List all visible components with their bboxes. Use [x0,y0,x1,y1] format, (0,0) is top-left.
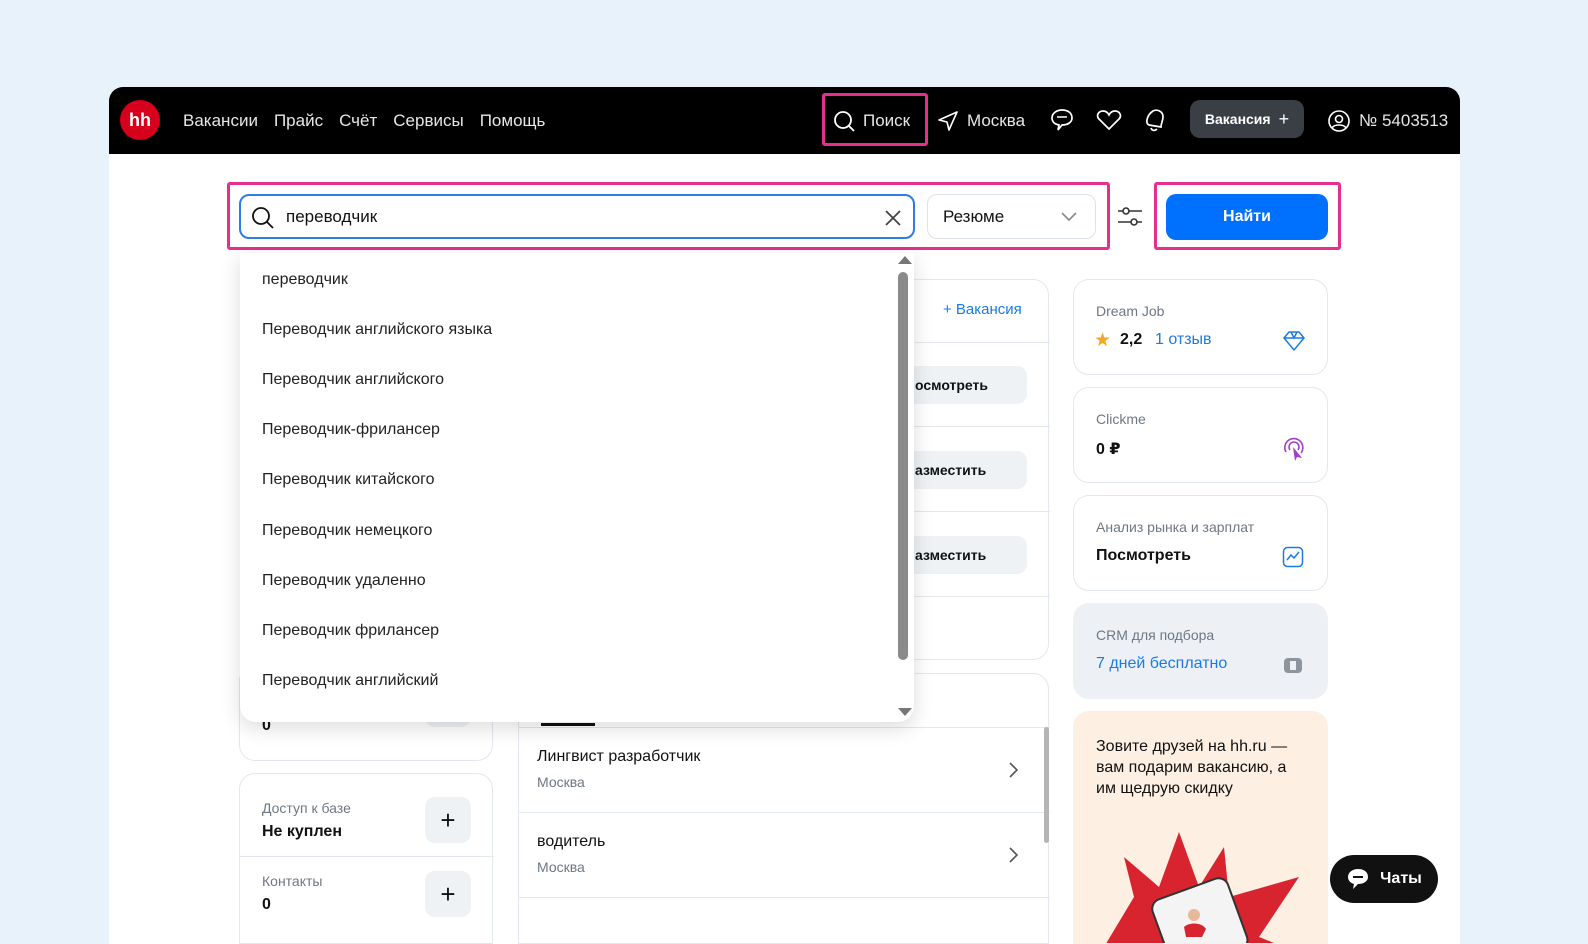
vacancy-title: Лингвист разработчик [537,748,701,765]
main-nav: Вакансии Прайс Счёт Сервисы Помощь [183,87,545,154]
crm-title: CRM для подбора [1096,627,1215,643]
plus-icon: + [1278,108,1290,129]
add-base-access-button[interactable]: + [425,797,471,843]
star-icon: ★ [1094,330,1112,351]
crm-card[interactable]: CRM для подбора 7 дней бесплатно [1073,603,1328,699]
filter-sliders-icon[interactable] [1115,204,1145,230]
add-vacancy-link[interactable]: + Вакансия [943,301,1022,318]
chat-icon [1348,869,1369,889]
post-button-1[interactable]: азместить [899,451,1027,489]
chats-label: Чаты [1380,870,1422,887]
vacancy-city: Москва [537,859,585,875]
base-access-value: Не куплен [262,823,342,840]
account-number: № 5403513 [1359,110,1449,130]
dreamjob-rating: 2,2 [1120,331,1143,348]
clickme-value: 0 ₽ [1096,441,1121,458]
diamond-icon [1283,331,1305,352]
base-access-label: Доступ к базе [262,800,351,816]
view-button[interactable]: осмотреть [899,366,1027,404]
market-analysis-card[interactable]: Анализ рынка и зарплат Посмотреть [1073,495,1328,591]
market-analysis-action: Посмотреть [1096,547,1191,564]
suggestion-item[interactable]: Переводчик английского [262,371,444,389]
crm-trial-link[interactable]: 7 дней бесплатно [1096,655,1227,673]
divider [240,856,494,857]
active-tab-indicator [541,723,595,726]
left-card-bottom: Доступ к базе Не куплен + Контакты 0 + [239,773,494,944]
clickme-card[interactable]: Clickme 0 ₽ [1073,387,1328,483]
chevron-right-icon [1009,762,1019,778]
highlight-top-search [822,93,928,146]
promo-illustration [1106,832,1299,943]
vacancy-city: Москва [537,774,585,790]
highlight-search-area [227,182,1110,250]
market-analysis-title: Анализ рынка и зарплат [1096,519,1255,535]
suggestion-item[interactable]: Переводчик английский [262,672,438,690]
crm-icon [1284,658,1302,673]
suggestion-item[interactable]: Переводчик китайского [262,471,435,489]
divider [519,897,1050,898]
suggestion-item[interactable]: Переводчик фрилансер [262,622,439,640]
vacancy-title: водитель [537,833,606,850]
nav-vacancies[interactable]: Вакансии [183,111,258,131]
nav-help[interactable]: Помощь [480,111,546,131]
add-contacts-button[interactable]: + [425,871,471,917]
suggestion-item[interactable]: Переводчик удаленно [262,572,426,590]
promo-card[interactable]: Зовите друзей на hh.ru — вам подарим вак… [1073,711,1328,944]
hh-logo[interactable]: hh [120,100,160,140]
dreamjob-reviews-link[interactable]: 1 отзыв [1155,331,1212,349]
contacts-label: Контакты [262,873,323,889]
nav-price[interactable]: Прайс [274,111,323,131]
scroll-down-arrow-icon[interactable] [897,707,913,717]
suggestion-item[interactable]: Переводчик английского языка [262,321,492,339]
promo-text: Зовите друзей на hh.ru — вам подарим вак… [1096,738,1288,797]
location-arrow-icon [938,110,958,131]
user-icon [1328,109,1350,132]
highlight-find-button [1154,182,1341,250]
top-navbar: hh Вакансии Прайс Счёт Сервисы Помощь По… [109,87,1460,154]
chart-icon [1282,546,1304,568]
dropdown-scrollbar[interactable] [898,272,908,660]
dreamjob-title: Dream Job [1096,303,1165,319]
nav-services[interactable]: Сервисы [393,111,463,131]
chat-bubble-icon[interactable] [1049,108,1075,132]
city-label: Москва [967,110,1026,130]
vacancy-row[interactable]: Лингвист разработчик Москва [519,728,1039,812]
suggestion-item[interactable]: Переводчик немецкого [262,522,432,540]
suggestion-item[interactable]: переводчик [262,271,348,289]
post-button-2[interactable]: азместить [899,536,1027,574]
contacts-value: 0 [262,896,271,913]
cursor-click-icon [1284,437,1304,461]
suggestion-item[interactable]: Переводчик-фрилансер [262,421,440,439]
app-window: hh Вакансии Прайс Счёт Сервисы Помощь По… [109,87,1460,944]
dreamjob-card[interactable]: Dream Job ★ 2,2 1 отзыв [1073,279,1328,375]
create-vacancy-label: Вакансия [1204,111,1271,127]
autocomplete-dropdown: переводчик Переводчик английского языка … [240,253,914,722]
nav-invoice[interactable]: Счёт [339,111,377,131]
bell-icon[interactable] [1143,107,1167,133]
scroll-up-arrow-icon[interactable] [897,255,913,265]
create-vacancy-button[interactable]: Вакансия + [1190,100,1304,138]
account-menu[interactable]: № 5403513 [1327,87,1448,154]
clickme-title: Clickme [1096,411,1146,427]
list-scrollbar[interactable] [1044,727,1049,843]
chevron-right-icon [1009,847,1019,863]
city-selector[interactable]: Москва [937,87,1025,154]
chats-button[interactable]: Чаты [1330,855,1438,903]
vacancy-row[interactable]: водитель Москва [519,813,1039,897]
heart-icon[interactable] [1096,109,1122,131]
